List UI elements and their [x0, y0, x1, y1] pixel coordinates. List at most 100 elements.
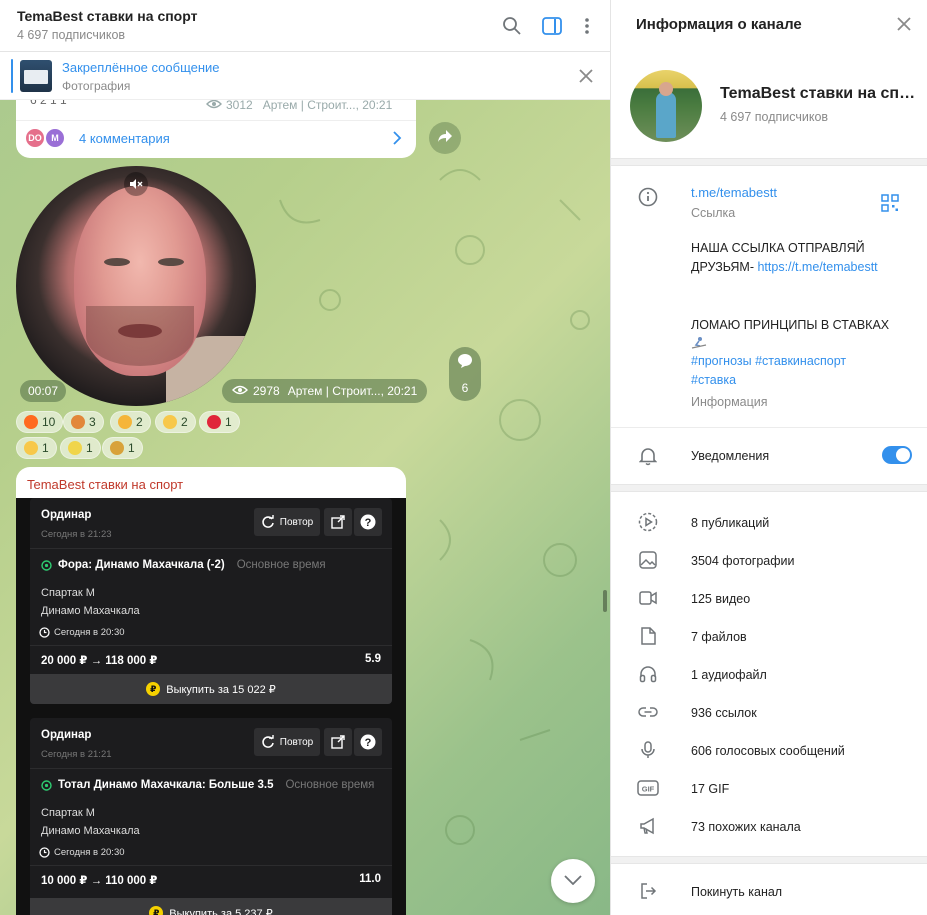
message-bubble: TemaBest ставки на спорт Ординар Сегодня…: [16, 467, 406, 915]
comment-icon: [457, 353, 473, 372]
fire-icon: [24, 415, 38, 429]
bet-time: Сегодня в 21:23: [41, 529, 112, 540]
sidebar-toggle-icon[interactable]: [540, 14, 564, 38]
media-row-publications[interactable]: 8 публикаций: [611, 503, 927, 541]
hashtags[interactable]: #прогнозы #ставкинаспорт: [691, 354, 846, 368]
reaction-hotdog[interactable]: 3: [63, 411, 104, 433]
post-signature: Артем | Строит..., 20:21: [262, 98, 393, 112]
pinned-title[interactable]: Закреплённое сообщение: [62, 60, 220, 75]
channel-link[interactable]: t.me/temabestt: [691, 185, 777, 200]
reaction-laughing[interactable]: 1: [16, 437, 57, 459]
reaction-banana[interactable]: 1: [60, 437, 101, 459]
round-video-message[interactable]: [16, 166, 256, 406]
avatar: M: [44, 127, 66, 149]
team-home: Спартак М: [41, 587, 95, 599]
laughing-icon: [24, 441, 38, 455]
media-row-similar-channels[interactable]: 73 похожих канала: [611, 807, 927, 845]
bet-market: Тотал Динамо Махачкала: Больше 3.5 Основ…: [41, 779, 374, 791]
chevron-down-icon: [564, 872, 582, 890]
reaction-grin[interactable]: 2: [155, 411, 196, 433]
megaphone-icon: [637, 815, 659, 837]
post-signature: Артем | Строит..., 20:21: [287, 384, 418, 398]
reaction-thumbs-up[interactable]: 2: [110, 411, 151, 433]
eye-icon: [206, 98, 222, 112]
comments-button[interactable]: 6: [449, 347, 481, 401]
eye-icon: [232, 384, 248, 398]
close-icon[interactable]: [896, 16, 916, 36]
comments-button[interactable]: DO M 4 комментария: [16, 120, 416, 156]
channel-subscribers: 4 697 подписчиков: [720, 110, 829, 124]
reaction-heart[interactable]: 1: [199, 411, 240, 433]
panel-title: Информация о канале: [636, 16, 802, 33]
scroll-down-button[interactable]: [551, 859, 595, 903]
thumbs-up-icon: [118, 415, 132, 429]
chat-header[interactable]: TemaBest ставки на спорт 4 697 подписчик…: [0, 0, 610, 52]
channel-avatar[interactable]: [630, 70, 702, 142]
trophy-icon: [110, 441, 124, 455]
bet-card: Ординар Сегодня в 21:23 Повтор ? Фора: Д…: [30, 498, 392, 704]
qr-code-icon[interactable]: [881, 194, 899, 212]
search-icon[interactable]: [500, 14, 524, 38]
muted-icon[interactable]: [124, 172, 148, 196]
svg-text:?: ?: [365, 517, 372, 529]
bet-card: Ординар Сегодня в 21:21 Повтор ? Тотал Д…: [30, 718, 392, 915]
pinned-indicator: [11, 59, 13, 93]
more-icon[interactable]: [575, 14, 599, 38]
notifications-toggle[interactable]: [882, 446, 912, 464]
chat-title[interactable]: TemaBest ставки на спорт: [17, 8, 197, 24]
bet-market: Фора: Динамо Махачкала (-2) Основное вре…: [41, 559, 326, 571]
repeat-button: Повтор: [254, 728, 320, 756]
media-row-audio[interactable]: 1 аудиофайл: [611, 655, 927, 693]
publications-icon: [637, 511, 659, 533]
bet-time: Сегодня в 21:21: [41, 749, 112, 760]
description-link[interactable]: https://t.me/temabestt: [757, 260, 877, 274]
bet-coefficient: 11.0: [359, 873, 381, 885]
description-label: Информация: [691, 395, 768, 409]
reaction-trophy[interactable]: 1: [102, 437, 143, 459]
coin-icon: ₽: [149, 906, 164, 915]
media-row-voice[interactable]: 606 голосовых сообщений: [611, 731, 927, 769]
pinned-message-bar[interactable]: Закреплённое сообщение Фотография: [0, 52, 610, 100]
comments-count: 6: [461, 381, 469, 395]
file-icon: [637, 625, 659, 647]
link-icon: [637, 701, 659, 723]
media-row-links[interactable]: 936 ссылок: [611, 693, 927, 731]
repeat-icon: [262, 735, 274, 748]
football-icon: [41, 559, 52, 571]
reaction-fire[interactable]: 10: [16, 411, 64, 433]
team-away: Динамо Махачкала: [41, 825, 140, 837]
buyout-button: ₽ Выкупить за 15 022 ₽: [30, 674, 392, 704]
close-icon[interactable]: [577, 67, 595, 85]
message-author[interactable]: TemaBest ставки на спорт: [27, 477, 183, 492]
team-away: Динамо Махачкала: [41, 605, 140, 617]
microphone-icon: [637, 739, 659, 761]
football-icon: [41, 779, 52, 791]
pinned-subtitle: Фотография: [62, 79, 131, 93]
channel-info-panel: Информация о канале TemaBest ставки на с…: [610, 0, 927, 915]
team-home: Спартак М: [41, 807, 95, 819]
grin-icon: [163, 415, 177, 429]
message-bubble: 6 2 1 1 3012 Артем | Строит..., 20:21 DO…: [16, 90, 416, 158]
svg-text:GIF: GIF: [642, 785, 655, 794]
forward-button[interactable]: [429, 122, 461, 154]
leave-channel-button[interactable]: Покинуть канал: [611, 872, 927, 910]
media-row-files[interactable]: 7 файлов: [611, 617, 927, 655]
bet-screenshot[interactable]: Ординар Сегодня в 21:23 Повтор ? Фора: Д…: [16, 498, 406, 915]
clock-icon: [39, 627, 50, 638]
description-line: НАША ССЫЛКА ОТПРАВЛЯЙ: [691, 241, 865, 255]
match-time: Сегодня в 20:30: [39, 627, 125, 638]
hashtags[interactable]: #ставка: [691, 373, 736, 387]
bet-type: Ординар: [41, 729, 92, 741]
video-duration: 00:07: [20, 380, 66, 402]
channel-name: TemaBest ставки на спорт: [720, 85, 920, 102]
leave-icon: [637, 880, 659, 902]
media-row-gif[interactable]: GIF 17 GIF: [611, 769, 927, 807]
buyout-button: ₽ Выкупить за 5 237 ₽: [30, 898, 392, 915]
bet-amount: 10 000 ₽ → 110 000 ₽: [41, 875, 158, 887]
chat-subscribers: 4 697 подписчиков: [17, 28, 126, 42]
media-row-photos[interactable]: 3504 фотографии: [611, 541, 927, 579]
video-icon: [637, 587, 659, 609]
media-row-videos[interactable]: 125 видео: [611, 579, 927, 617]
clock-icon: [39, 847, 50, 858]
chat-scrollbar[interactable]: [603, 590, 607, 612]
